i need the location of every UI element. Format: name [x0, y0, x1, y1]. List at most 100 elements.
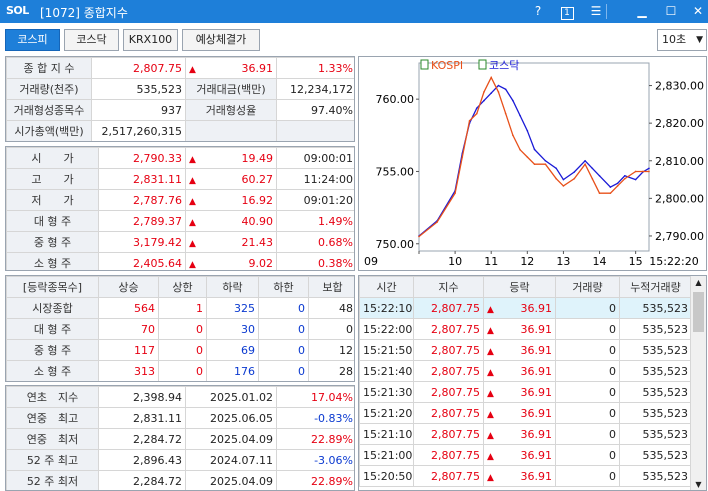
tick-row[interactable]: 15:22:10 2,807.75 ▲ 36.91 0 535,523: [359, 297, 692, 319]
up-arrow-icon: ▲: [487, 325, 494, 336]
tab-expected-price[interactable]: 예상체결가: [182, 29, 260, 51]
breadth-cell: 0: [258, 318, 309, 340]
series-point: [512, 134, 514, 137]
tick-volume: 0: [555, 402, 620, 424]
series-point: [591, 167, 594, 170]
yearly-date: 2025.04.09: [185, 428, 277, 450]
index-value: 2,807.75: [91, 57, 186, 79]
ohlc-change: ▲ 21.43: [185, 231, 277, 253]
ohlc-row: 고 가 2,831.11 ▲ 60.27 11:24:00: [6, 168, 354, 190]
ohlc-label: 고 가: [6, 168, 99, 190]
series-point: [544, 163, 547, 166]
ohlc-value: 2,405.64: [98, 252, 186, 270]
breadth-cell: 325: [206, 297, 259, 319]
tab-kosdaq[interactable]: 코스닥: [64, 29, 119, 51]
tick-row[interactable]: 15:20:50 2,807.75 ▲ 36.91 0 535,523: [359, 465, 692, 487]
yearly-value: 2,398.94: [98, 386, 186, 408]
tick-time: 15:21:30: [359, 381, 414, 403]
series-point: [512, 99, 514, 102]
tick-change-value: 36.91: [520, 343, 553, 357]
yearly-pct: -0.83%: [276, 407, 354, 429]
series-point: [475, 107, 478, 109]
up-arrow-icon: ▲: [487, 409, 494, 420]
yearly-pct: 22.89%: [276, 470, 354, 490]
plot-area: [418, 62, 650, 252]
tick-change-value: 36.91: [520, 364, 553, 378]
tick-row[interactable]: 15:21:00 2,807.75 ▲ 36.91 0 535,523: [359, 444, 692, 466]
breadth-row: 중 형 주 117 0 69 0 12: [6, 339, 354, 361]
tick-volume: 0: [555, 339, 620, 361]
ohlc-row: 저 가 2,787.76 ▲ 16.92 09:01:20: [6, 189, 354, 211]
tick-volume: 0: [555, 318, 620, 340]
scroll-up-icon[interactable]: ▲: [691, 276, 706, 290]
scroll-thumb[interactable]: [693, 292, 704, 332]
breadth-cell: 0: [258, 297, 309, 319]
pin-icon[interactable]: 1: [557, 2, 577, 20]
interval-select[interactable]: 10초 ▼: [657, 29, 707, 51]
yearly-label: 연중 최고: [6, 407, 99, 429]
tab-kospi[interactable]: 코스피: [5, 29, 60, 51]
series-point: [609, 192, 612, 194]
ohlc-row: 대 형 주 2,789.37 ▲ 40.90 1.49%: [6, 210, 354, 232]
yearly-row: 연초 지수 2,398.94 2025.01.02 17.04%: [6, 386, 354, 408]
tick-cum-volume: 535,523: [619, 444, 692, 466]
traded-ratio-value: 97.40%: [276, 99, 354, 121]
x-tick-label: 11: [484, 255, 498, 268]
up-arrow-icon: ▲: [487, 367, 494, 378]
breadth-cell: 0: [258, 339, 309, 361]
tick-volume: 0: [555, 465, 620, 487]
tick-change-value: 36.91: [520, 469, 553, 483]
x-tick-label: 12: [520, 255, 534, 268]
series-point: [648, 167, 650, 170]
breadth-row: 시장종합 564 1 325 0 48: [6, 297, 354, 319]
close-icon[interactable]: ✕: [688, 2, 708, 20]
minimize-icon[interactable]: ▁: [632, 2, 652, 20]
tick-change-value: 36.91: [520, 385, 553, 399]
ohlc-extra: 09:00:01: [276, 147, 354, 169]
trade-amount-value: 12,234,172: [276, 78, 354, 100]
ohlc-change: ▲ 60.27: [185, 168, 277, 190]
maximize-icon[interactable]: ☐: [661, 2, 681, 20]
tab-krx100[interactable]: KRX100: [123, 29, 178, 51]
tick-change: ▲ 36.91: [483, 339, 556, 361]
tick-change: ▲ 36.91: [483, 381, 556, 403]
ohlc-extra: 0.68%: [276, 231, 354, 253]
series-point: [533, 148, 536, 151]
series-point: [624, 175, 626, 177]
tick-row[interactable]: 15:21:30 2,807.75 ▲ 36.91 0 535,523: [359, 381, 692, 403]
tick-index: 2,807.75: [413, 318, 484, 340]
tick-row[interactable]: 15:21:50 2,807.75 ▲ 36.91 0 535,523: [359, 339, 692, 361]
summary-row: 종 합 지 수 2,807.75 ▲ 36.91 1.33%: [6, 57, 354, 79]
summary-label: 종 합 지 수: [6, 57, 92, 79]
yearly-pct: -3.06%: [276, 449, 354, 471]
empty-cell: [185, 120, 277, 141]
tick-row[interactable]: 15:21:20 2,807.75 ▲ 36.91 0 535,523: [359, 402, 692, 424]
tick-row[interactable]: 15:22:00 2,807.75 ▲ 36.91 0 535,523: [359, 318, 692, 340]
breadth-cell: 0: [158, 318, 207, 340]
up-arrow-icon: ▲: [487, 430, 494, 441]
tick-row[interactable]: 15:21:40 2,807.75 ▲ 36.91 0 535,523: [359, 360, 692, 382]
ohlc-panel: 시 가 2,790.33 ▲ 19.49 09:00:01 고 가 2,831.11 ▲ 60.…: [5, 146, 355, 271]
scrollbar[interactable]: ▲ ▼: [690, 276, 706, 490]
ohlc-label: 저 가: [6, 189, 99, 211]
tick-time: 15:21:00: [359, 444, 414, 466]
tick-row[interactable]: 15:21:10 2,807.75 ▲ 36.91 0 535,523: [359, 423, 692, 445]
menu-icon[interactable]: ☰: [586, 2, 606, 20]
tick-change-value: 36.91: [520, 406, 553, 420]
series-point: [573, 177, 576, 180]
x-tick-label: 15:22:20: [649, 255, 698, 268]
ohlc-change-value: 21.43: [241, 235, 274, 249]
tick-cum-volume: 535,523: [619, 465, 692, 487]
yearly-row: 연중 최저 2,284.72 2025.04.09 22.89%: [6, 428, 354, 450]
tick-volume: 0: [555, 444, 620, 466]
ohlc-change-value: 60.27: [241, 172, 274, 186]
series-point: [562, 185, 565, 187]
tick-header: 지수: [413, 276, 484, 298]
help-icon[interactable]: ?: [528, 2, 548, 20]
scroll-down-icon[interactable]: ▼: [691, 478, 706, 490]
yearly-value: 2,831.11: [98, 407, 186, 429]
left-tick-label: 760.00: [376, 93, 415, 106]
breadth-header: 상한: [158, 276, 207, 298]
up-arrow-icon: ▲: [189, 154, 196, 165]
series-point: [616, 185, 619, 187]
